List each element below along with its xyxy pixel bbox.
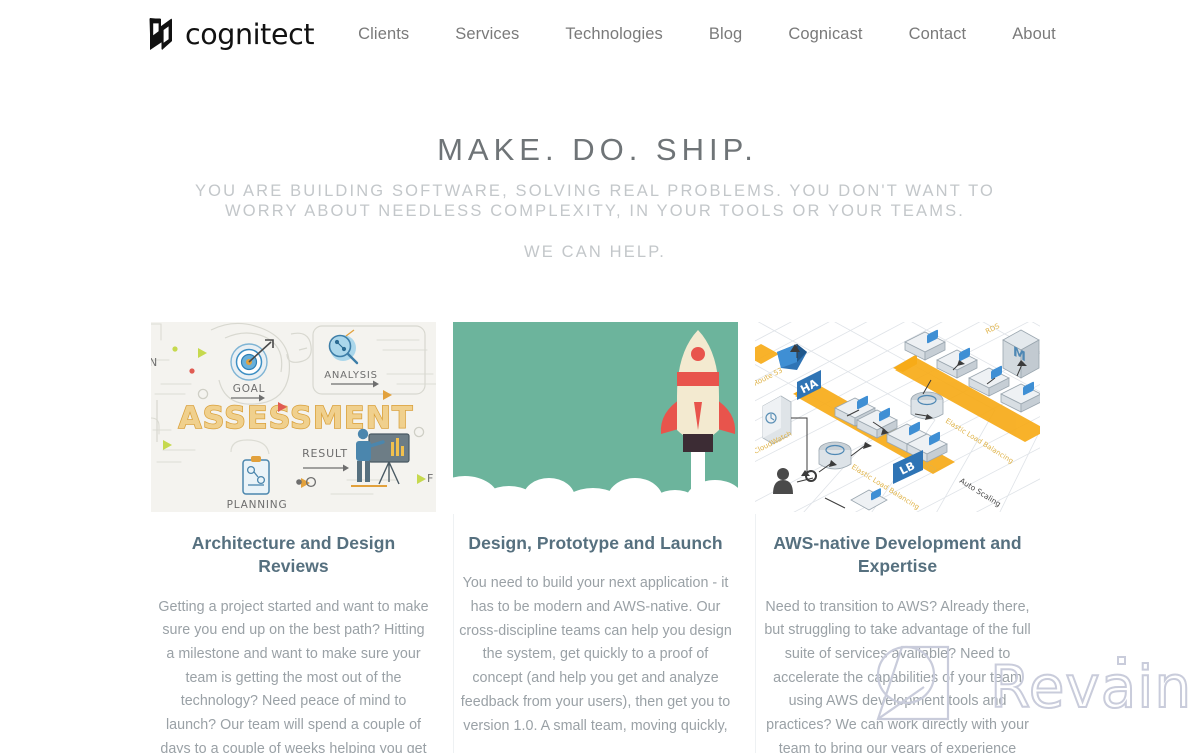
card-title: Design, Prototype and Launch (468, 533, 723, 553)
brand-logo-link[interactable]: cognitect (148, 17, 315, 51)
card-body: Design, Prototype and Launch You need to… (453, 512, 738, 738)
cognitect-logo-icon (148, 17, 174, 51)
card-description: Need to transition to AWS? Already there… (764, 598, 1031, 753)
nav-item-about[interactable]: About (1012, 19, 1056, 50)
brand-name: cognitect (185, 17, 315, 51)
nav-item-cognicast[interactable]: Cognicast (788, 19, 862, 50)
rocket-launch-image[interactable] (453, 322, 738, 512)
site-header: cognitect Clients Services Technologies … (0, 0, 1190, 68)
aws-architecture-diagram-image[interactable]: M HA LB Elastic Load Balancing Elastic L… (755, 322, 1040, 512)
card-description: You need to build your next application … (459, 575, 732, 734)
nav-item-blog[interactable]: Blog (709, 19, 742, 50)
service-cards: GOAL ANALYSIS ASSESSMENT PLANNING RESULT… (151, 322, 1041, 753)
card-divider (755, 514, 756, 753)
svg-text:ANALYSIS: ANALYSIS (324, 370, 378, 381)
card-title: Architecture and Design Reviews (191, 533, 396, 577)
hero-subtitle: YOU ARE BUILDING SOFTWARE, SOLVING REAL … (195, 182, 995, 220)
nav-item-technologies[interactable]: Technologies (565, 19, 663, 50)
hero-help-line: WE CAN HELP. (524, 243, 666, 262)
nav-item-clients[interactable]: Clients (358, 19, 409, 50)
card-divider (453, 514, 454, 753)
nav-item-services[interactable]: Services (455, 19, 519, 50)
card-body: AWS-native Development and Expertise Nee… (755, 512, 1040, 753)
service-card-architecture-design-reviews[interactable]: GOAL ANALYSIS ASSESSMENT PLANNING RESULT… (151, 322, 436, 753)
svg-text:PLANNING: PLANNING (227, 499, 288, 511)
svg-text:ASSESSMENT: ASSESSMENT (178, 401, 413, 436)
page-root: cognitect Clients Services Technologies … (0, 0, 1190, 753)
service-card-aws-native-development[interactable]: M HA LB Elastic Load Balancing Elastic L… (755, 322, 1040, 753)
card-description: Getting a project started and want to ma… (158, 598, 429, 753)
svg-text:N: N (151, 356, 158, 369)
card-body: Architecture and Design Reviews Getting … (151, 512, 436, 753)
hero-section: MAKE. DO. SHIP. YOU ARE BUILDING SOFTWAR… (0, 131, 1190, 262)
main-navigation: Clients Services Technologies Blog Cogni… (358, 19, 1056, 50)
svg-text:GOAL: GOAL (233, 383, 265, 395)
hero-title: MAKE. DO. SHIP. (437, 132, 758, 167)
nav-item-contact[interactable]: Contact (909, 19, 967, 50)
svg-text:RESULT: RESULT (302, 447, 348, 460)
svg-text:F: F (427, 472, 433, 485)
card-title: AWS-native Development and Expertise (773, 533, 1022, 577)
service-card-design-prototype-launch[interactable]: Design, Prototype and Launch You need to… (453, 322, 738, 753)
assessment-infographic-image[interactable]: GOAL ANALYSIS ASSESSMENT PLANNING RESULT… (151, 322, 436, 512)
